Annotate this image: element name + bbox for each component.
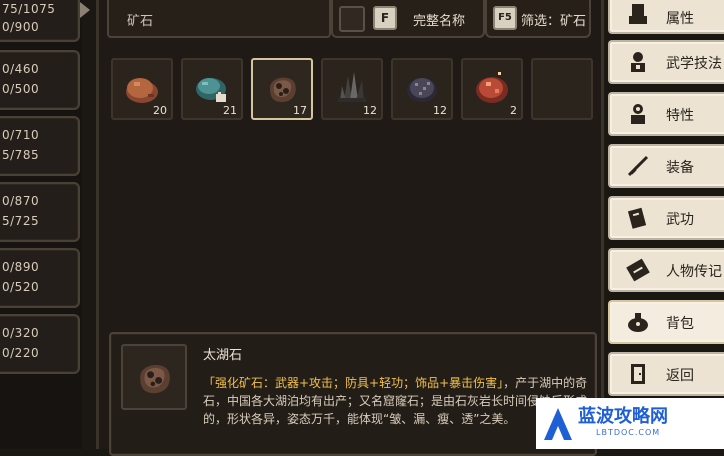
watermark-text: 蓝波攻略网 [578,406,668,427]
menu-label: 属性 [666,11,694,27]
stat-value: 0/900 [2,20,40,34]
dark-ore-icon [407,78,437,102]
item-count: 12 [363,104,377,117]
stat-card-5[interactable]: 0/890 0/520 [0,248,80,308]
item-slot[interactable]: 21 [181,58,243,120]
menu-label: 武功 [666,212,694,228]
teal-ore-icon [196,78,226,102]
stat-value: 5/785 [2,148,40,162]
stat-value: 0/890 [2,260,40,274]
hotkey-f-badge: F [373,6,397,30]
menu-label: 返回 [666,368,694,384]
watermark-subtext: LBTDOC.COM [596,428,661,437]
stat-card-2[interactable]: 0/460 0/500 [0,50,80,110]
stat-value: 0/220 [2,346,40,360]
stat-card-3[interactable]: 0/710 5/785 [0,116,80,176]
menu-equipment[interactable]: 装备 [608,144,724,188]
menu-label: 人物传记 [666,264,722,280]
menu-kungfu[interactable]: 武功 [608,196,724,240]
stat-value: 0/870 [2,194,40,208]
stat-value: 0/500 [2,82,40,96]
menu-label: 特性 [666,108,694,124]
item-count: 20 [153,104,167,117]
menu-biography[interactable]: 人物传记 [608,248,724,292]
inventory-panel: 矿石 F 完整名称 F5 筛选：矿石 20 21 17 12 12 2 太湖石 … [96,0,604,456]
biography-icon [626,258,650,282]
item-slot[interactable]: 20 [111,58,173,120]
fullname-label: 完整名称 [413,14,466,29]
equipment-icon [627,155,649,177]
menu-label: 背包 [666,316,694,332]
filter-label: 筛选：矿石 [521,14,587,29]
fullname-checkbox[interactable] [339,6,365,32]
filter-button[interactable]: F5 筛选：矿石 [485,0,591,38]
stat-value: 75/1075 [2,2,56,16]
item-slot-empty[interactable] [531,58,593,120]
stat-value: 0/520 [2,280,40,294]
menu-martial-skills[interactable]: 武学技法 [608,40,724,84]
item-effect-text: 「强化矿石：武器+攻击；防具+轻功；饰品+暴击伤害」 [203,376,504,390]
martial-skill-icon [631,52,645,72]
item-name: 太湖石 [203,348,243,363]
menu-label: 武学技法 [666,56,722,72]
stat-value: 0/320 [2,326,40,340]
description-item-icon-frame [121,344,187,410]
item-description-panel: 太湖石 「强化矿石：武器+攻击；防具+轻功；饰品+暴击伤害」，产于湖中的奇石，中… [109,332,597,456]
return-icon [631,364,645,384]
menu-traits[interactable]: 特性 [608,92,724,136]
fullname-toggle[interactable]: F 完整名称 [331,0,485,38]
collapse-arrow-icon[interactable] [80,2,90,18]
item-slot[interactable]: 2 [461,58,523,120]
taihu-stone-icon [270,77,296,103]
menu-attributes[interactable]: 属性 [608,0,724,34]
kungfu-icon [627,207,647,229]
menu-label: 装备 [666,160,694,176]
site-watermark: 蓝波攻略网 LBTDOC.COM [536,398,724,449]
left-stat-column: 75/1075 0/900 0/460 0/500 0/710 5/785 0/… [0,0,90,449]
menu-return[interactable]: 返回 [608,352,724,396]
stat-value: 5/725 [2,214,40,228]
backpack-icon [628,313,648,332]
brown-ore-icon [126,78,158,103]
red-gem-ore-icon [476,72,508,103]
search-text: 矿石 [127,14,154,29]
trait-icon [631,104,645,124]
item-count: 12 [433,104,447,117]
item-count: 2 [510,104,517,117]
item-description: 「强化矿石：武器+攻击；防具+轻功；饰品+暴击伤害」，产于湖中的奇石，中国各大湖… [203,374,589,428]
stat-value: 0/460 [2,62,40,76]
black-crystal-icon [338,72,366,102]
item-count: 21 [223,104,237,117]
item-slot[interactable]: 12 [321,58,383,120]
character-menu: 属性 武学技法 特性 装备 武功 人物传记 背包 返回 [606,0,724,449]
stat-value: 0/710 [2,128,40,142]
stat-card-6[interactable]: 0/320 0/220 [0,314,80,374]
item-count: 17 [293,104,307,117]
hotkey-f5-badge: F5 [493,6,517,30]
stat-card-4[interactable]: 0/870 5/725 [0,182,80,242]
search-input[interactable]: 矿石 [107,0,331,38]
item-slot[interactable]: 12 [391,58,453,120]
item-slot-selected[interactable]: 17 [251,58,313,120]
taihu-stone-icon [140,365,170,394]
watermark-logo-icon [544,408,572,440]
menu-backpack[interactable]: 背包 [608,300,724,344]
stat-card-1[interactable]: 75/1075 0/900 [0,0,80,42]
attribute-icon [629,4,647,24]
